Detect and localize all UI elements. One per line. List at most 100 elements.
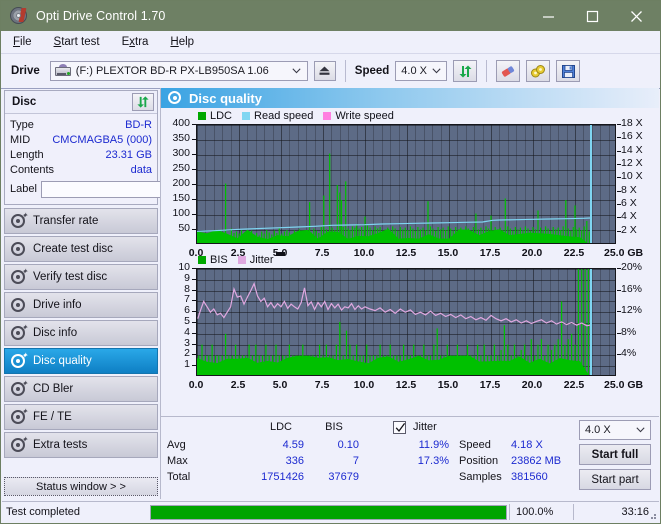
x-axis-tick-label: 12.5	[395, 247, 417, 259]
speed-select[interactable]: 4.0 X	[395, 61, 448, 81]
x-axis-tick-label: 25.0 GB	[604, 379, 644, 391]
y-axis-tick	[192, 229, 196, 230]
x-axis-tick-label: 20.0	[521, 247, 543, 259]
result-speed-select[interactable]: 4.0 X	[579, 420, 651, 440]
y-axis-tick-label: 100	[172, 207, 190, 219]
x-axis-tick-label: 7.5	[314, 379, 330, 391]
disc-info-rows: Type BD-R MID CMCMAGBA5 (000) Length 23.…	[5, 114, 244, 204]
erase-button[interactable]	[496, 60, 521, 82]
y-axis-tick	[192, 184, 196, 185]
sidebar-item-label: CD Bler	[33, 383, 74, 395]
y-axis-tick-label: 6	[184, 304, 190, 317]
disc-row-mid: MID CMCMAGBA5 (000)	[10, 132, 152, 147]
y-axis-tick-label: 50	[178, 222, 190, 234]
start-part-button[interactable]: Start part	[579, 469, 651, 490]
disc-refresh-button[interactable]	[132, 93, 154, 111]
y-axis-tick	[192, 311, 196, 313]
sidebar-nav: ✦ Transfer rate Create test disc ✦ Verif…	[4, 208, 158, 458]
y-axis-tick	[192, 354, 196, 356]
close-icon[interactable]	[614, 1, 658, 31]
menu-extra[interactable]: Extra	[118, 34, 153, 50]
y2-axis-tick	[617, 289, 621, 291]
sidebar-item-label: FE / TE	[33, 411, 72, 423]
disc-panel-header: Disc	[5, 91, 157, 114]
y2-axis-tick-label: 20%	[621, 261, 643, 273]
stats-max-jitter: 17.3%	[417, 455, 449, 467]
x-axis-tick-label: 20.0	[521, 379, 543, 391]
disc-contents-value: data	[130, 163, 152, 176]
window-title: Opti Drive Control 1.70	[36, 9, 166, 23]
progress-percent: 100.0%	[509, 504, 573, 520]
sidebar-item-verify-test-disc[interactable]: ✦ Verify test disc	[4, 264, 158, 290]
toolbar: Drive (F:) PLEXTOR BD-R PX-LB950SA 1.06 …	[1, 54, 660, 89]
speed-stat-value: 4.18 X	[511, 439, 543, 451]
minimize-icon[interactable]	[526, 1, 570, 31]
sidebar-item-label: Extra tests	[33, 439, 88, 451]
stats-max-bis: 7	[352, 455, 359, 467]
refresh-button[interactable]	[453, 60, 478, 82]
menu-file[interactable]: FFileile	[9, 34, 36, 50]
title-bar: Opti Drive Control 1.70	[1, 1, 660, 31]
start-full-button[interactable]: Start full	[579, 444, 651, 465]
y-axis-tick-label: 1	[184, 358, 190, 371]
legend-swatch	[198, 256, 206, 264]
stats-avg-jitter: 11.9%	[418, 439, 449, 451]
disc-test-icon: ✦	[11, 267, 28, 285]
series-ldc	[197, 153, 590, 243]
chart-plot-area-disc-quality-ldc	[196, 124, 616, 244]
y2-axis-tick	[617, 190, 621, 192]
drive-select[interactable]: (F:) PLEXTOR BD-R PX-LB950SA 1.06	[49, 61, 308, 81]
y-axis-tick	[192, 343, 196, 345]
sidebar-item-create-test-disc[interactable]: Create test disc	[4, 236, 158, 262]
chart-legend: BIS Jitter	[198, 254, 274, 266]
result-speed-value: 4.0 X	[585, 424, 611, 436]
app-disc-icon	[9, 6, 29, 26]
y2-axis-tick-label: 4 X	[621, 210, 637, 223]
sidebar-item-disc-quality[interactable]: ✦ Disc quality	[4, 348, 158, 374]
y-axis-tick-label: 3	[184, 336, 190, 349]
stats-row-max-label: Max	[167, 455, 188, 467]
y2-axis-tick	[617, 230, 621, 232]
sidebar-item-disc-info[interactable]: ✦ Disc info	[4, 320, 158, 346]
y-axis-tick	[192, 322, 196, 323]
menu-start-test[interactable]: Start test	[50, 34, 104, 50]
app-window: Opti Drive Control 1.70 FFileile Start t…	[0, 0, 661, 524]
y-axis-tick-label: 9	[184, 271, 190, 284]
sidebar-item-transfer-rate[interactable]: ✦ Transfer rate	[4, 208, 158, 234]
legend-label: Write speed	[335, 110, 394, 122]
chevron-down-icon	[428, 68, 444, 74]
y-axis-tick	[192, 300, 196, 302]
menu-help[interactable]: Help	[166, 34, 198, 50]
jitter-label: Jitter	[413, 421, 437, 433]
x-axis-tick-label: 12.5	[395, 379, 417, 391]
y2-axis-tick-label: 6 X	[621, 197, 637, 209]
chevron-down-icon	[632, 427, 648, 433]
disc-panel: Disc Type BD-R MID CMCMAGBA5 (000) Lengt…	[4, 90, 244, 205]
sidebar-item-extra-tests[interactable]: ✦ Extra tests	[4, 432, 158, 458]
x-axis-tick-label: 0.0	[188, 379, 204, 391]
save-button[interactable]	[556, 60, 581, 82]
disc-row-contents: Contents data	[10, 162, 152, 177]
disc-mid-value: CMCMAGBA5 (000)	[52, 133, 152, 146]
sidebar-item-drive-info[interactable]: Drive info	[4, 292, 158, 318]
maximize-icon[interactable]	[570, 1, 614, 31]
y2-axis-tick-label: 16 X	[621, 130, 643, 143]
y-axis-tick-label: 200	[172, 177, 190, 189]
x-axis-tick-label: 25.0 GB	[604, 247, 644, 259]
window-controls	[526, 1, 658, 31]
page-title: Disc quality	[189, 90, 262, 106]
y-axis-tick	[192, 214, 196, 215]
cd-bler-icon: ✦	[11, 379, 28, 397]
sidebar-item-fe-te[interactable]: ✦ FE / TE	[4, 404, 158, 430]
legend-swatch	[198, 112, 206, 120]
status-window-button[interactable]: Status window > >	[4, 477, 158, 496]
progress-bar	[150, 504, 507, 520]
resize-grip[interactable]	[647, 510, 657, 520]
sidebar-item-cd-bler[interactable]: ✦ CD Bler	[4, 376, 158, 402]
x-axis-tick-label: 7.5	[314, 247, 330, 259]
disc-test-icon	[11, 241, 26, 257]
eject-button[interactable]	[313, 61, 336, 81]
tools-button[interactable]	[526, 60, 551, 82]
jitter-checkbox[interactable]	[393, 421, 406, 434]
status-bar: Test completed 100.0% 33:16	[2, 501, 659, 522]
